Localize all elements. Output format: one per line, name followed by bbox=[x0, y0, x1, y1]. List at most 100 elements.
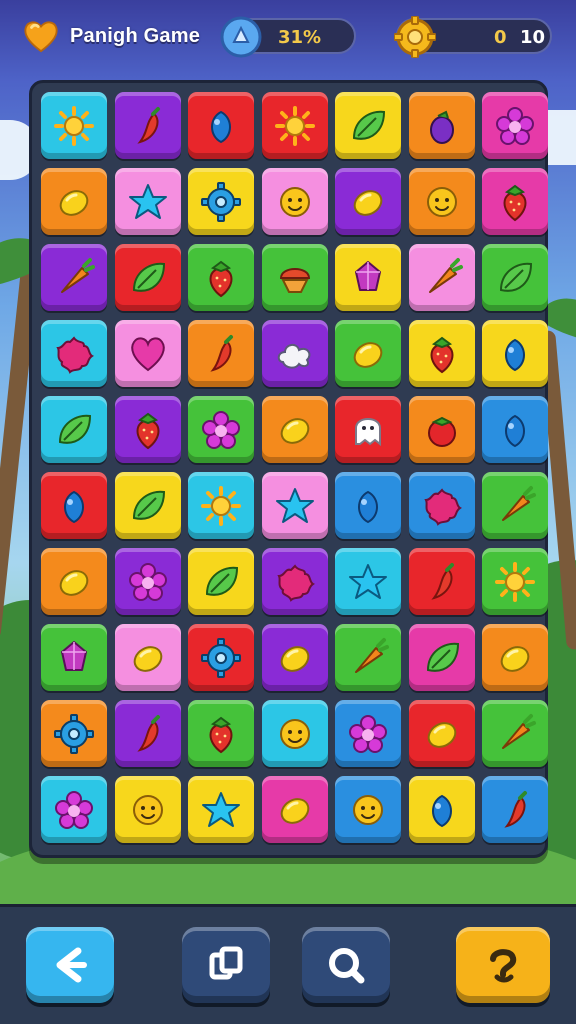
board-tile[interactable] bbox=[408, 700, 475, 767]
board-tile[interactable] bbox=[335, 776, 401, 843]
search-icon bbox=[329, 948, 365, 984]
board-tile[interactable] bbox=[335, 168, 401, 235]
board-tile[interactable] bbox=[482, 244, 548, 311]
progress-text: 31% bbox=[278, 27, 322, 48]
board-tile[interactable] bbox=[482, 396, 548, 463]
board-tile[interactable] bbox=[188, 776, 254, 843]
board-tile[interactable] bbox=[41, 624, 107, 691]
board-tile[interactable] bbox=[188, 624, 254, 691]
lemon-icon bbox=[280, 645, 309, 672]
board-tile[interactable] bbox=[114, 168, 181, 235]
board-tile[interactable] bbox=[408, 92, 475, 159]
chili-icon bbox=[430, 562, 454, 600]
board-tile[interactable] bbox=[188, 320, 254, 387]
top-hud: Panigh Game 31% 0 10 bbox=[0, 0, 576, 76]
board-tile[interactable] bbox=[41, 396, 107, 463]
board-tile[interactable] bbox=[482, 168, 548, 235]
back-button[interactable] bbox=[26, 927, 114, 1003]
board-tile[interactable] bbox=[188, 396, 254, 463]
coin-count-right: 10 bbox=[520, 27, 546, 48]
berry-icon bbox=[505, 338, 525, 371]
board-tile[interactable] bbox=[335, 92, 401, 159]
board-tile[interactable] bbox=[188, 700, 254, 767]
board-tile[interactable] bbox=[261, 700, 328, 767]
board-tile[interactable] bbox=[482, 624, 548, 691]
board-tile[interactable] bbox=[188, 168, 254, 235]
board-tile[interactable] bbox=[408, 396, 475, 463]
board-tile[interactable] bbox=[41, 548, 107, 615]
board-tile[interactable] bbox=[114, 396, 181, 463]
strawberry-icon bbox=[430, 336, 453, 373]
board-tile[interactable] bbox=[261, 320, 328, 387]
strawberry-icon bbox=[209, 260, 233, 297]
leaf-icon bbox=[499, 262, 533, 292]
board-tile[interactable] bbox=[188, 92, 254, 159]
board-tile[interactable] bbox=[114, 700, 181, 767]
board-tile[interactable] bbox=[188, 472, 254, 539]
board-tile[interactable] bbox=[261, 624, 328, 691]
board-tile[interactable] bbox=[408, 244, 475, 311]
coin-counter: 0 10 bbox=[394, 16, 552, 58]
board-tile[interactable] bbox=[41, 700, 107, 767]
berry-icon bbox=[431, 794, 452, 827]
board-tile[interactable] bbox=[41, 776, 107, 843]
hint-button[interactable] bbox=[456, 927, 550, 1003]
board-tile[interactable] bbox=[408, 320, 475, 387]
board-tile[interactable] bbox=[41, 244, 107, 311]
board-tile[interactable] bbox=[114, 320, 181, 387]
board-tile[interactable] bbox=[482, 92, 548, 159]
board-tile[interactable] bbox=[41, 92, 107, 159]
board-tile[interactable] bbox=[408, 548, 475, 615]
board-tile[interactable] bbox=[335, 320, 401, 387]
board-tile[interactable] bbox=[41, 320, 107, 387]
board-tile[interactable] bbox=[261, 548, 328, 615]
board-tile[interactable] bbox=[261, 244, 328, 311]
board-tile[interactable] bbox=[41, 472, 107, 539]
board-tile[interactable] bbox=[335, 396, 401, 463]
search-button[interactable] bbox=[302, 927, 390, 1003]
berry-icon bbox=[64, 490, 84, 523]
board-tile[interactable] bbox=[335, 624, 401, 691]
face-icon bbox=[279, 718, 310, 749]
board-tile[interactable] bbox=[482, 548, 548, 615]
board-tile[interactable] bbox=[188, 244, 254, 311]
sun-icon bbox=[495, 561, 535, 602]
star-icon bbox=[275, 487, 314, 523]
board-tile[interactable] bbox=[114, 548, 181, 615]
board-tile[interactable] bbox=[114, 472, 181, 539]
board-tile[interactable] bbox=[482, 700, 548, 767]
board-tile[interactable] bbox=[41, 168, 107, 235]
board-tile[interactable] bbox=[261, 92, 328, 159]
board-tile[interactable] bbox=[408, 472, 475, 539]
board-tile[interactable] bbox=[482, 776, 548, 843]
board-tile[interactable] bbox=[482, 472, 548, 539]
splat-icon bbox=[423, 487, 462, 526]
sun-icon bbox=[54, 105, 94, 146]
board-tile[interactable] bbox=[261, 776, 328, 843]
board-tile[interactable] bbox=[261, 168, 328, 235]
board-tile[interactable] bbox=[408, 776, 475, 843]
splat-icon bbox=[276, 563, 315, 602]
board-tile[interactable] bbox=[408, 168, 475, 235]
sun-icon bbox=[201, 485, 241, 526]
shuffle-button[interactable] bbox=[182, 927, 270, 1003]
board-tile[interactable] bbox=[188, 548, 254, 615]
board-tile[interactable] bbox=[114, 776, 181, 843]
board-tile[interactable] bbox=[114, 624, 181, 691]
board-tile[interactable] bbox=[408, 624, 475, 691]
lemon-icon bbox=[59, 189, 89, 216]
board-tile[interactable] bbox=[261, 472, 328, 539]
board-tile[interactable] bbox=[114, 92, 181, 159]
board-tile[interactable] bbox=[482, 320, 548, 387]
star-icon bbox=[202, 791, 240, 827]
board-tile[interactable] bbox=[261, 396, 328, 463]
board-tile[interactable] bbox=[114, 244, 181, 311]
board-tile[interactable] bbox=[335, 472, 401, 539]
face-icon bbox=[132, 794, 163, 825]
progress-badge-icon bbox=[220, 16, 262, 58]
face-icon bbox=[426, 186, 457, 217]
flower-icon bbox=[349, 714, 387, 753]
board-tile[interactable] bbox=[335, 244, 401, 311]
board-tile[interactable] bbox=[335, 548, 401, 615]
board-tile[interactable] bbox=[335, 700, 401, 767]
